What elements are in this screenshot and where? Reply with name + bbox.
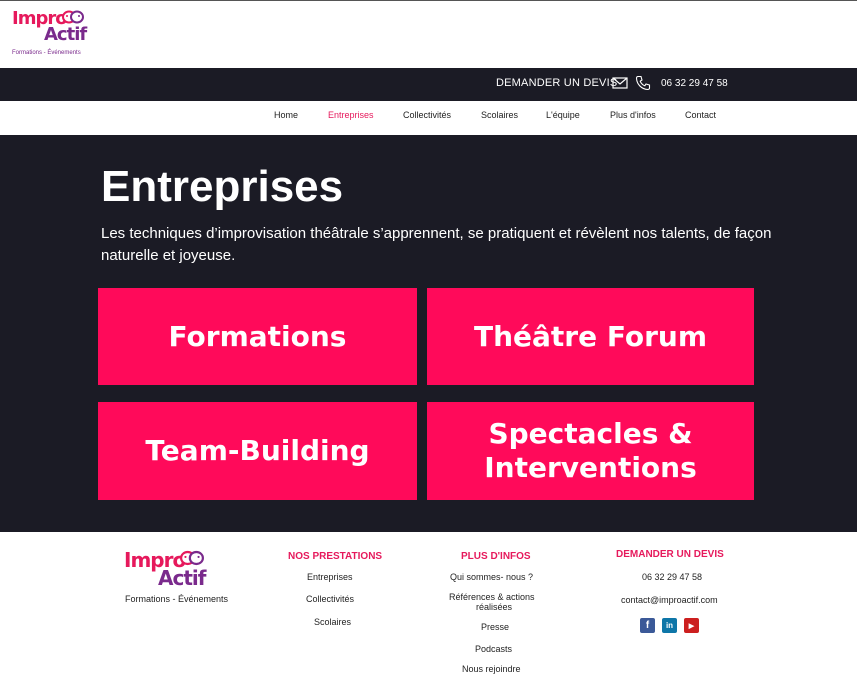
main-nav: Home Entreprises Collectivités Scolaires… [0, 101, 857, 135]
footer-tagline: Formations - Événements [125, 594, 229, 604]
header-logo[interactable]: Impro Actif Formations - Événements [12, 6, 102, 62]
footer-link-scolaires[interactable]: Scolaires [314, 617, 351, 627]
linkedin-glyph: in [665, 621, 674, 630]
tile-team-building[interactable]: Team-Building [98, 402, 417, 500]
page-title: Entreprises [101, 162, 344, 211]
footer-link-presse[interactable]: Presse [481, 622, 509, 632]
nav-item-plus-infos[interactable]: Plus d'infos [610, 110, 656, 120]
footer-link-collectivites[interactable]: Collectivités [306, 594, 354, 604]
footer-heading-devis: DEMANDER UN DEVIS [616, 549, 724, 560]
nav-item-scolaires[interactable]: Scolaires [481, 110, 518, 120]
tile-label: Spectacles & Interventions [484, 417, 697, 485]
tile-label: Théâtre Forum [474, 319, 707, 353]
nav-item-collectivites[interactable]: Collectivités [403, 110, 451, 120]
footer-link-entreprises[interactable]: Entreprises [307, 572, 353, 582]
phone-number[interactable]: 06 32 29 47 58 [661, 78, 728, 89]
tile-label: Formations [168, 319, 347, 353]
theatre-mask-icon [180, 550, 204, 566]
nav-item-equipe[interactable]: L'équipe [546, 110, 580, 120]
tile-formations[interactable]: Formations [98, 288, 417, 385]
footer-email[interactable]: contact@improactif.com [621, 595, 718, 605]
top-contact-bar: DEMANDER UN DEVIS 06 32 29 47 58 [0, 68, 857, 101]
tile-label-line2: Interventions [484, 451, 697, 484]
top-border [0, 0, 857, 1]
footer-link-references-line2[interactable]: réalisées [476, 602, 512, 612]
facebook-icon[interactable]: f [640, 618, 655, 633]
footer-heading-prestations: NOS PRESTATIONS [288, 551, 383, 562]
request-quote-link[interactable]: DEMANDER UN DEVIS [496, 77, 617, 89]
footer-link-nous-rejoindre[interactable]: Nous rejoindre [462, 664, 521, 674]
tile-label-line1: Spectacles & [488, 417, 693, 450]
hero-section: Entreprises Les techniques d’improvisati… [0, 135, 857, 532]
tile-label: Team-Building [145, 434, 370, 467]
logo-word-actif: Actif [158, 566, 206, 590]
nav-item-contact[interactable]: Contact [685, 110, 716, 120]
youtube-glyph: ▶ [688, 622, 695, 630]
footer-link-qui-sommes-nous[interactable]: Qui sommes- nous ? [450, 572, 533, 582]
footer-phone[interactable]: 06 32 29 47 58 [642, 572, 702, 582]
site-footer: Impro Actif Formations - Événements NOS … [0, 532, 857, 689]
theatre-mask-icon [62, 10, 84, 24]
youtube-icon[interactable]: ▶ [684, 618, 699, 633]
facebook-glyph: f [645, 620, 650, 631]
footer-link-references[interactable]: Références & actions [449, 592, 535, 602]
page-intro: Les techniques d’improvisation théâtrale… [101, 225, 772, 264]
mail-icon[interactable] [612, 76, 628, 90]
logo-word-actif: Actif [44, 24, 87, 45]
phone-icon[interactable] [635, 75, 651, 91]
tile-theatre-forum[interactable]: Théâtre Forum [427, 288, 754, 385]
tile-spectacles-interventions[interactable]: Spectacles & Interventions [427, 402, 754, 500]
footer-heading-plus-infos: PLUS D'INFOS [461, 551, 531, 562]
nav-item-home[interactable]: Home [274, 110, 298, 120]
linkedin-icon[interactable]: in [662, 618, 677, 633]
nav-item-entreprises[interactable]: Entreprises [328, 110, 374, 120]
footer-link-podcasts[interactable]: Podcasts [475, 644, 512, 654]
logo-tagline: Formations - Événements [12, 50, 81, 56]
